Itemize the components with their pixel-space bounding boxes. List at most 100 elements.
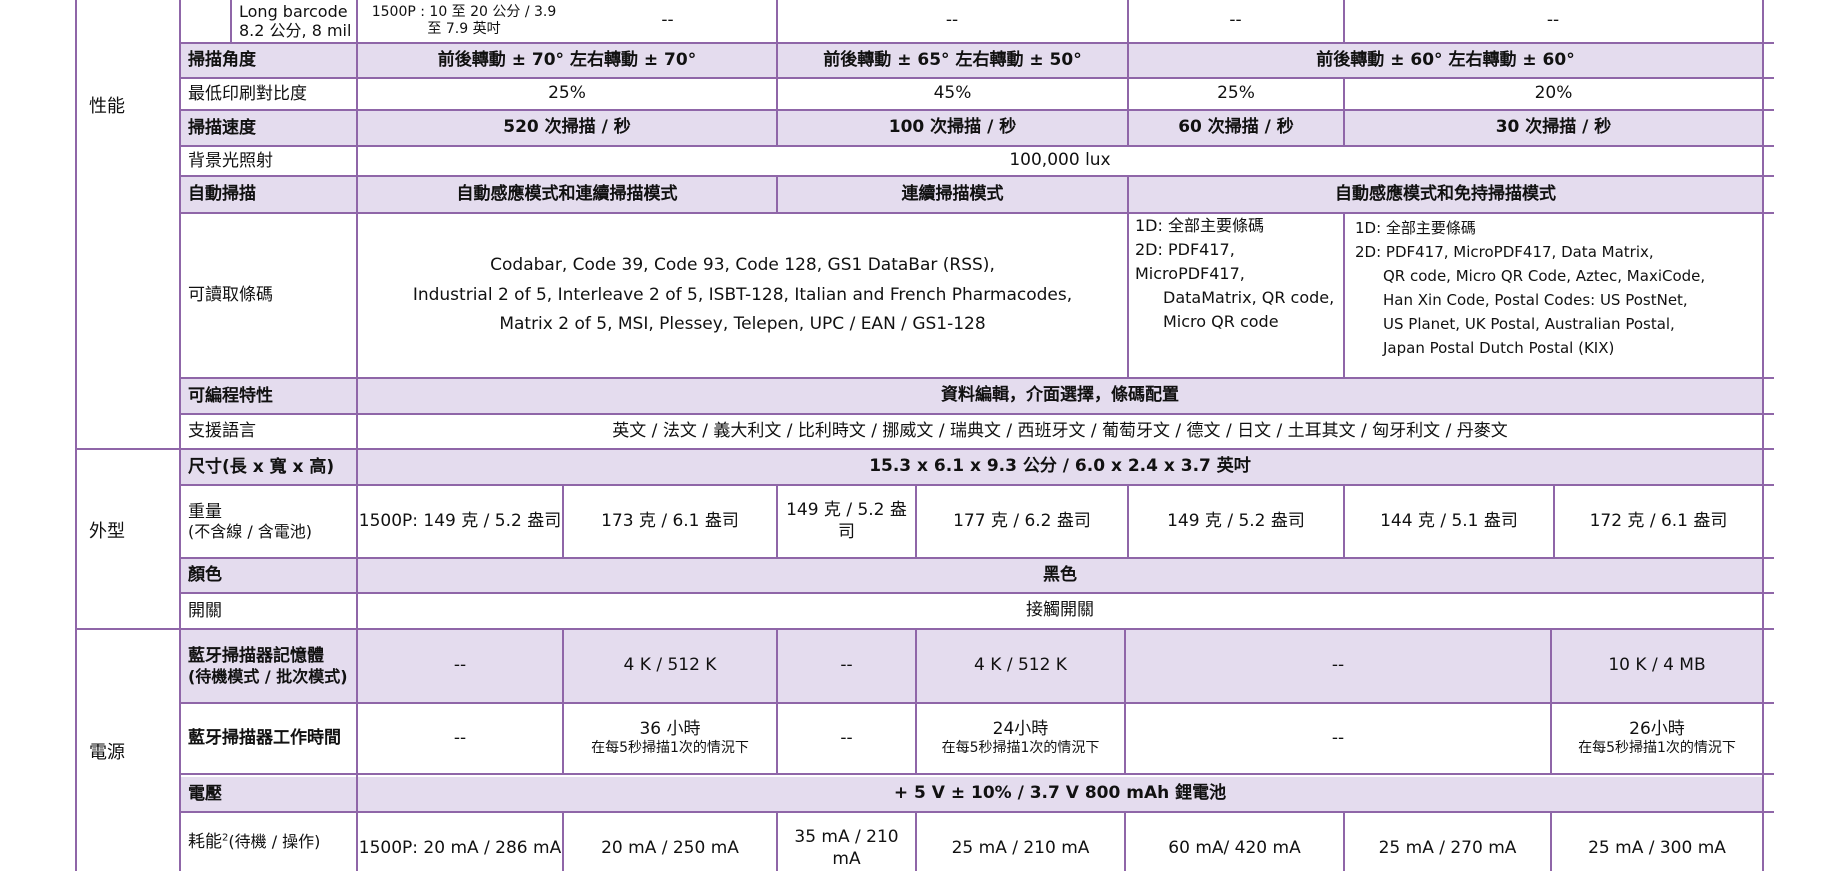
row-label-contrast: 最低印刷對比度 <box>188 83 307 104</box>
weight-c5: 149 克 / 5.2 盎司 <box>1167 510 1305 531</box>
section-power: 電源 <box>89 741 125 763</box>
bt-runtime-c2-main: 36 小時 <box>639 719 701 740</box>
symb-mid-line4: Micro QR code <box>1163 312 1279 331</box>
bt-runtime-c6-note: 在每5秒掃描1次的情況下 <box>1578 740 1736 757</box>
scan-speed-c4: 30 次掃描 / 秒 <box>1495 117 1612 138</box>
auto-scan-c2: 連續掃描模式 <box>901 183 1004 204</box>
contrast-c3: 25% <box>1217 83 1255 104</box>
bt-memory-label-line1: 藍牙掃描器記憶體 <box>188 646 324 667</box>
weight-c6: 144 克 / 5.1 盎司 <box>1380 510 1518 531</box>
section-appearance: 外型 <box>89 521 125 542</box>
color-value: 黑色 <box>1043 564 1077 585</box>
weight-c2: 173 克 / 6.1 盎司 <box>601 510 739 531</box>
row-label-auto-scan: 自動掃描 <box>188 184 256 205</box>
symb-main-line3: Matrix 2 of 5, MSI, Plessey, Telepen, UP… <box>499 314 986 335</box>
bt-runtime-c4: 24小時 在每5秒掃描1次的情況下 <box>917 704 1124 773</box>
row-label-switch: 開關 <box>188 600 222 621</box>
rule-runtime-bottom <box>180 773 1774 775</box>
barcode-c3: -- <box>945 10 959 31</box>
row-label-bt-runtime: 藍牙掃描器工作時間 <box>188 728 341 749</box>
symbologies-right: 1D: 全部主要條碼 2D: PDF417, MicroPDF417, Data… <box>1345 216 1762 377</box>
programmable-value: 資料編輯，介面選擇，條碼配置 <box>941 385 1179 406</box>
weight-label-line1: 重量 <box>188 501 222 522</box>
power-c7: 25 mA / 300 mA <box>1588 837 1726 858</box>
auto-scan-c1: 自動感應模式和連續掃描模式 <box>456 183 678 204</box>
symb-right-line3: QR code, Micro QR Code, Aztec, MaxiCode, <box>1383 267 1706 285</box>
weight-c4: 177 克 / 6.2 盎司 <box>953 510 1091 531</box>
symb-mid-line2: 2D: PDF417, MicroPDF417, <box>1135 240 1245 283</box>
power-c5: 60 mA/ 420 mA <box>1168 837 1301 858</box>
row-label-voltage: 電壓 <box>188 783 222 804</box>
row-label-programmable: 可編程特性 <box>188 385 273 406</box>
dimensions-value: 15.3 x 6.1 x 9.3 公分 / 6.0 x 2.4 x 3.7 英吋 <box>869 456 1251 477</box>
contrast-c2: 45% <box>933 83 972 104</box>
voltage-value: + 5 V ± 10% / 3.7 V 800 mAh 鋰電池 <box>893 783 1227 804</box>
ambient-value: 100,000 lux <box>1009 150 1111 171</box>
bt-runtime-c3: -- <box>840 727 853 748</box>
scan-angle-c1: 前後轉動 ± 70° 左右轉動 ± 70° <box>437 49 697 70</box>
row-label-scan-speed: 掃描速度 <box>188 117 256 138</box>
bt-memory-c6: 10 K / 4 MB <box>1608 655 1706 676</box>
row-label-bt-memory: 藍牙掃描器記憶體 (待機模式 / 批次模式) <box>181 630 356 702</box>
symbologies-mid: 1D: 全部主要條碼 2D: PDF417, MicroPDF417, Data… <box>1129 214 1343 377</box>
weight-c3: 149 克 / 5.2 盎司 <box>786 500 907 542</box>
scan-angle-c3: 前後轉動 ± 60° 左右轉動 ± 60° <box>1316 49 1575 70</box>
bt-runtime-c4-note: 在每5秒掃描1次的情況下 <box>941 740 1100 757</box>
bt-memory-c5: -- <box>1331 655 1345 676</box>
power-c4: 25 mA / 210 mA <box>951 837 1090 858</box>
symb-right-line5: US Planet, UK Postal, Australian Postal, <box>1383 315 1675 333</box>
bt-memory-label-line2: (待機模式 / 批次模式) <box>188 666 348 686</box>
bt-memory-c3: -- <box>840 655 853 676</box>
barcode-label-line1: Long barcode <box>239 1 348 21</box>
scan-angle-c2: 前後轉動 ± 65° 左右轉動 ± 50° <box>823 49 1082 70</box>
auto-scan-c3: 自動感應模式和免持掃描模式 <box>1335 183 1556 204</box>
scan-speed-c2: 100 次掃描 / 秒 <box>888 117 1017 138</box>
row-label-scan-angle: 掃描角度 <box>188 50 256 71</box>
power-label: 耗能2(待機 / 操作) <box>188 832 356 852</box>
row-label-dimensions: 尺寸(長 x 寬 x 高) <box>188 456 335 477</box>
weight-c1: 1500P: 149 克 / 5.2 盎司 <box>358 510 562 531</box>
row-label-weight: 重量 (不含線 / 含電池) <box>181 486 356 557</box>
symb-main-line2: Industrial 2 of 5, Interleave 2 of 5, IS… <box>412 284 1073 305</box>
symbologies-main: Codabar, Code 39, Code 93, Code 128, GS1… <box>358 214 1127 377</box>
symb-mid-line3: DataMatrix, QR code, <box>1163 288 1335 307</box>
symb-right-line6: Japan Postal Dutch Postal (KIX) <box>1383 339 1615 357</box>
rule-voltage-bottom <box>180 811 1774 813</box>
scan-speed-c1: 520 次掃描 / 秒 <box>503 117 631 138</box>
bt-runtime-c6: 26小時 在每5秒掃描1次的情況下 <box>1552 704 1762 773</box>
power-c1: 1500P: 20 mA / 286 mA <box>358 837 562 858</box>
power-label-suffix: (待機 / 操作) <box>228 831 321 851</box>
bt-runtime-c2: 36 小時 在每5秒掃描1次的情況下 <box>564 704 776 773</box>
contrast-c1: 25% <box>548 83 586 104</box>
barcode-c5: -- <box>1546 10 1560 31</box>
contrast-c4: 20% <box>1534 83 1573 104</box>
row-label-languages: 支援語言 <box>188 421 256 442</box>
languages-value: 英文 / 法文 / 義大利文 / 比利時文 / 挪威文 / 瑞典文 / 西班牙文… <box>612 420 1508 441</box>
bt-runtime-c4-main: 24小時 <box>992 719 1049 740</box>
bt-runtime-c6-main: 26小時 <box>1629 719 1685 740</box>
rule-outer-right <box>1762 0 1764 871</box>
switch-value: 接觸開關 <box>1026 600 1094 621</box>
power-c3: 35 mA / 210 mA <box>794 827 899 869</box>
bt-runtime-c5: -- <box>1331 727 1345 748</box>
power-c6: 25 mA / 270 mA <box>1378 837 1517 858</box>
weight-label-line2: (不含線 / 含電池) <box>188 522 313 542</box>
barcode-range-1500p: 1500P : 10 至 20 公分 / 3.9 至 7.9 英吋 <box>371 3 557 38</box>
symb-right-line4: Han Xin Code, Postal Codes: US PostNet, <box>1383 291 1688 309</box>
row-label-ambient: 背景光照射 <box>188 150 273 171</box>
symb-right-line2: 2D: PDF417, MicroPDF417, Data Matrix, <box>1355 243 1654 261</box>
bt-runtime-c1: -- <box>453 727 467 748</box>
row-label-power-consumption: 耗能2(待機 / 操作) <box>181 813 356 871</box>
bt-memory-c4: 4 K / 512 K <box>974 655 1067 676</box>
row-label-long-barcode: Long barcode 8.2 公分, 8 mil <box>232 0 356 42</box>
row-label-symbologies: 可讀取條碼 <box>188 285 273 306</box>
symb-right-line1: 1D: 全部主要條碼 <box>1355 219 1476 237</box>
barcode-label-line2: 8.2 公分, 8 mil <box>239 21 352 40</box>
weight-c7: 172 克 / 6.1 盎司 <box>1589 510 1728 531</box>
barcode-c2: -- <box>661 10 674 31</box>
symb-mid-line1: 1D: 全部主要條碼 <box>1135 216 1264 235</box>
row-label-color: 顏色 <box>188 565 222 586</box>
power-c2: 20 mA / 250 mA <box>601 837 739 858</box>
bt-memory-c2: 4 K / 512 K <box>623 655 717 676</box>
bt-memory-c1: -- <box>453 655 467 676</box>
